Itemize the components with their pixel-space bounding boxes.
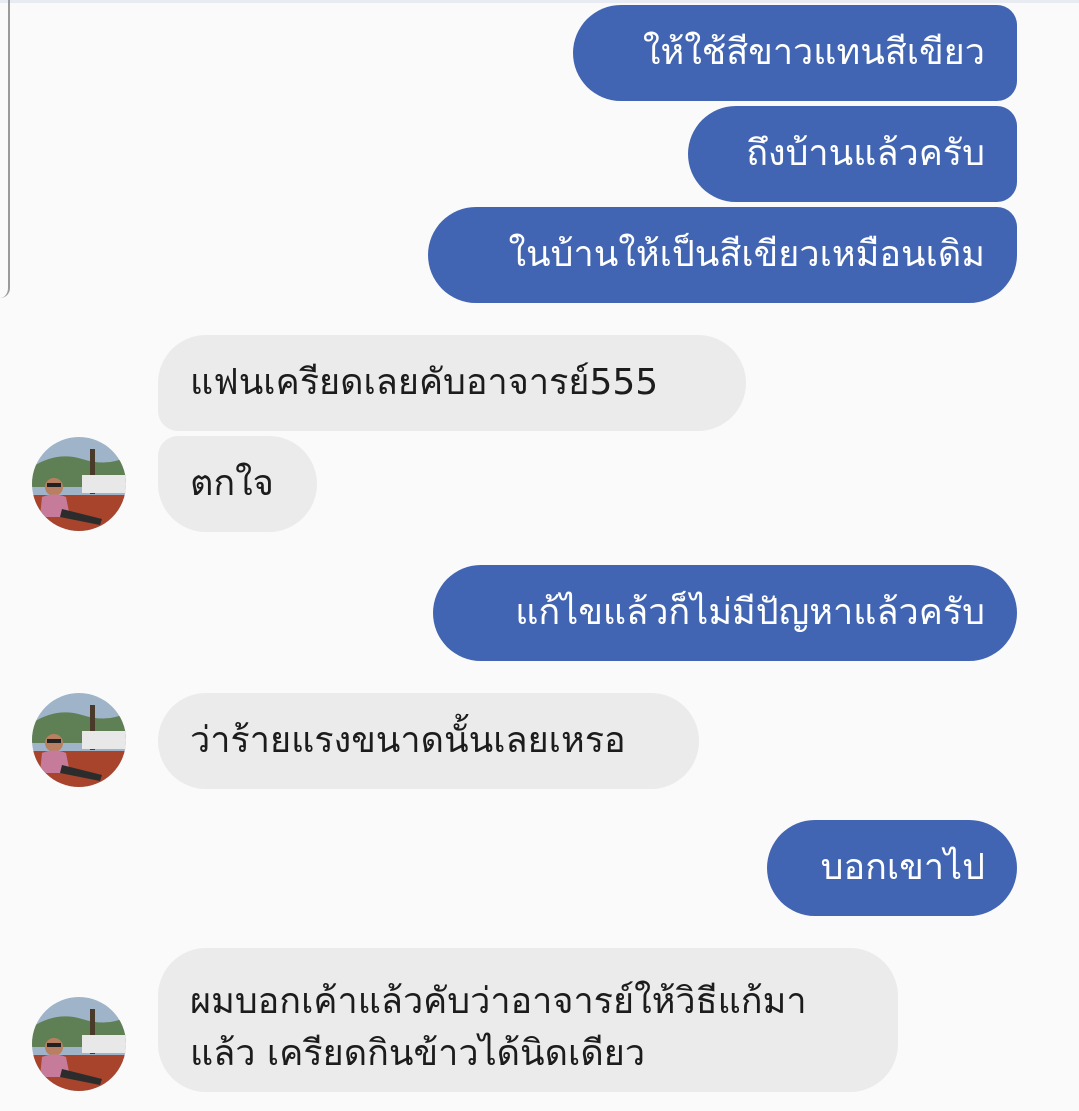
avatar-photo-icon <box>32 437 126 531</box>
message-text: ให้ใช้สีขาวแทนสีเขียว <box>642 32 985 73</box>
message-bubble-outgoing[interactable]: แก้ไขแล้วก็ไม่มีปัญหาแล้วครับ <box>433 565 1017 661</box>
message-bubble-incoming[interactable]: แฟนเครียดเลยคับอาจารย์555 <box>158 335 746 431</box>
message-text: แฟนเครียดเลยคับอาจารย์555 <box>190 362 659 403</box>
scroll-edge-indicator <box>0 0 10 298</box>
message-text: ตกใจ <box>190 463 274 504</box>
message-text: ว่าร้ายแรงขนาดนั้นเลยเหรอ <box>190 720 626 761</box>
message-text: แก้ไขแล้วก็ไม่มีปัญหาแล้วครับ <box>515 592 985 633</box>
message-bubble-outgoing[interactable]: ถึงบ้านแล้วครับ <box>688 106 1017 202</box>
contact-avatar[interactable] <box>32 997 126 1091</box>
message-text: ในบ้านให้เป็นสีเขียวเหมือนเดิม <box>508 234 985 275</box>
message-text-line: ผมบอกเค้าแล้วคับว่าอาจารย์ให้วิธีแก้มา <box>190 981 807 1022</box>
top-divider <box>0 0 1079 3</box>
message-bubble-incoming[interactable]: ตกใจ <box>158 436 317 532</box>
message-bubble-outgoing[interactable]: ในบ้านให้เป็นสีเขียวเหมือนเดิม <box>428 207 1017 303</box>
avatar-photo-icon <box>32 693 126 787</box>
avatar-photo-icon <box>32 997 126 1091</box>
message-bubble-incoming[interactable]: ผมบอกเค้าแล้วคับว่าอาจารย์ให้วิธีแก้มา แ… <box>158 948 898 1092</box>
contact-avatar[interactable] <box>32 437 126 531</box>
message-text: บอกเขาไป <box>820 847 985 888</box>
message-bubble-outgoing[interactable]: บอกเขาไป <box>767 820 1017 916</box>
chat-thread: ให้ใช้สีขาวแทนสีเขียว ถึงบ้านแล้วครับ ใน… <box>0 0 1079 1111</box>
message-text-line: แล้ว เครียดกินข้าวได้นิดเดียว <box>190 1033 646 1074</box>
message-bubble-outgoing[interactable]: ให้ใช้สีขาวแทนสีเขียว <box>573 5 1017 101</box>
message-bubble-incoming[interactable]: ว่าร้ายแรงขนาดนั้นเลยเหรอ <box>158 693 699 789</box>
contact-avatar[interactable] <box>32 693 126 787</box>
message-text: ถึงบ้านแล้วครับ <box>746 133 985 174</box>
